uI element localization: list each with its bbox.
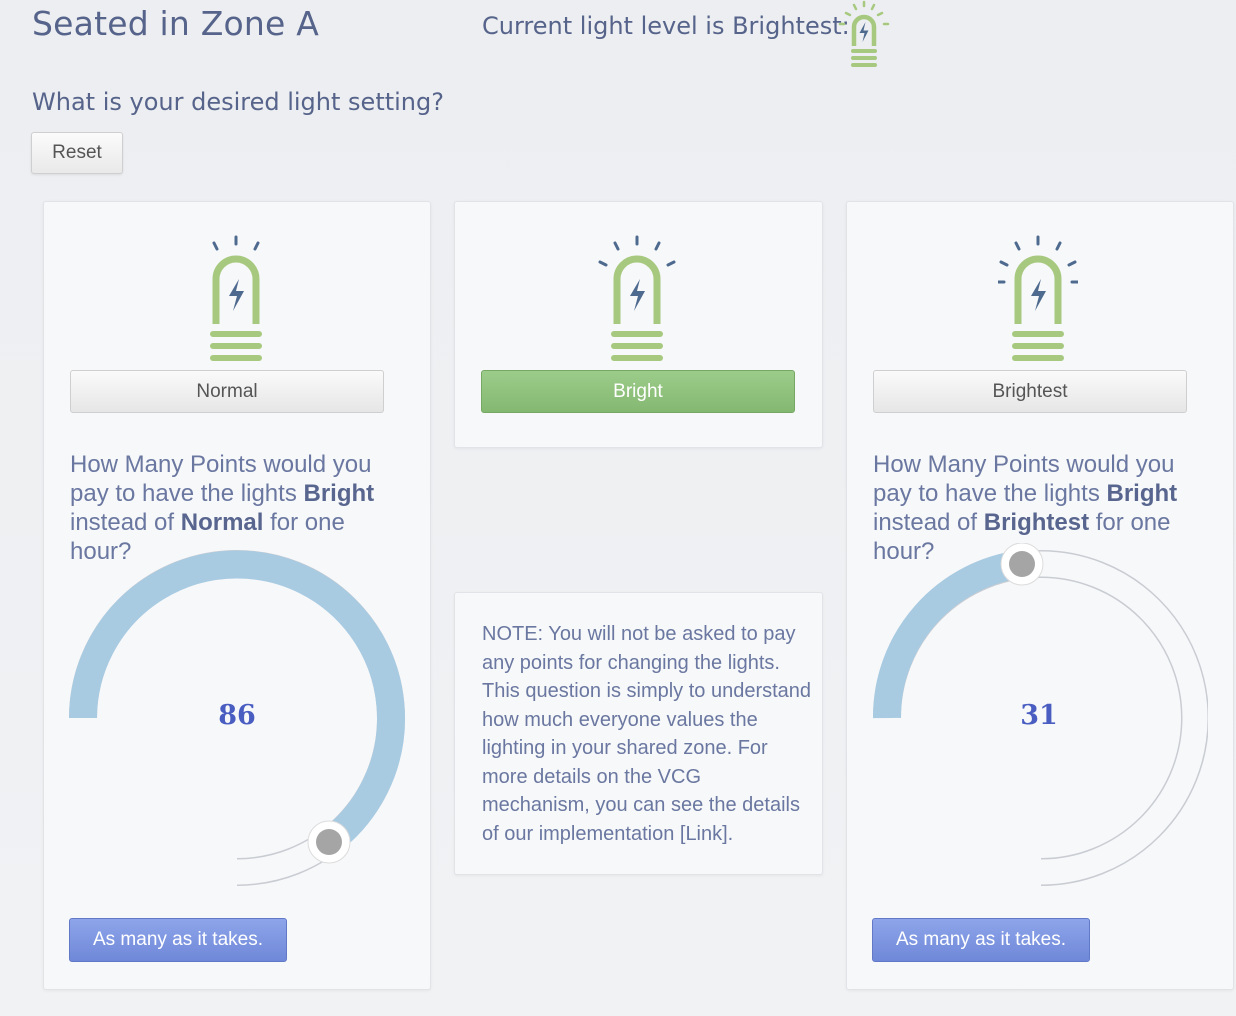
option-brightest-button[interactable]: Brightest (873, 370, 1187, 413)
light-bulb-brightest-icon (998, 235, 1078, 361)
left-dial-handle[interactable] (307, 820, 351, 864)
zone-title: Seated in Zone A (32, 4, 320, 43)
right-dial-value: 31 (1020, 700, 1058, 731)
note-text: NOTE: You will not be asked to pay any p… (482, 623, 812, 845)
reset-button[interactable]: Reset (31, 132, 123, 174)
page: Seated in Zone A Current light level is … (0, 0, 1236, 1016)
light-bulb-normal-icon (210, 235, 262, 361)
right-dial-handle[interactable] (1000, 543, 1044, 586)
left-dial-value: 86 (218, 700, 256, 731)
left-as-many-as-it-takes-button[interactable]: As many as it takes. (69, 918, 287, 962)
current-light-level-text: Current light level is Brightest: (482, 12, 850, 40)
current-light-bulb-icon (838, 0, 890, 67)
light-bulb-bright-icon (598, 235, 676, 361)
option-bright-button[interactable]: Bright (481, 370, 795, 413)
option-normal-button[interactable]: Normal (70, 370, 384, 413)
desired-setting-question: What is your desired light setting? (32, 88, 444, 116)
right-as-many-as-it-takes-button[interactable]: As many as it takes. (872, 918, 1090, 962)
